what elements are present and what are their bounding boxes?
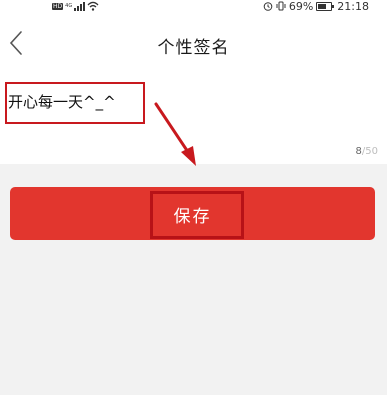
char-count-max: /50 [361, 146, 378, 157]
status-time: 21:18 [337, 0, 369, 13]
save-button[interactable]: 保存 [10, 187, 375, 240]
char-counter: 8/50 [356, 146, 378, 157]
page-title: 个性签名 [157, 38, 230, 58]
battery-icon [316, 1, 335, 11]
save-button-label: 保存 [173, 207, 212, 227]
status-bar: HD 4G 69% 21:18 [0, 0, 387, 14]
vibrate-icon [276, 1, 286, 11]
network-type: 4G [65, 2, 73, 9]
signature-editor[interactable]: 开心每一天^_^ 8/50 [0, 72, 387, 164]
nav-bar: 个性签名 [0, 14, 387, 72]
alarm-icon [263, 2, 273, 11]
battery-percent: 69% [288, 0, 314, 13]
signal-icon [74, 1, 86, 11]
hd-indicator: HD [52, 2, 64, 10]
signature-input[interactable]: 开心每一天^_^ [8, 91, 116, 112]
wifi-icon [87, 1, 99, 11]
